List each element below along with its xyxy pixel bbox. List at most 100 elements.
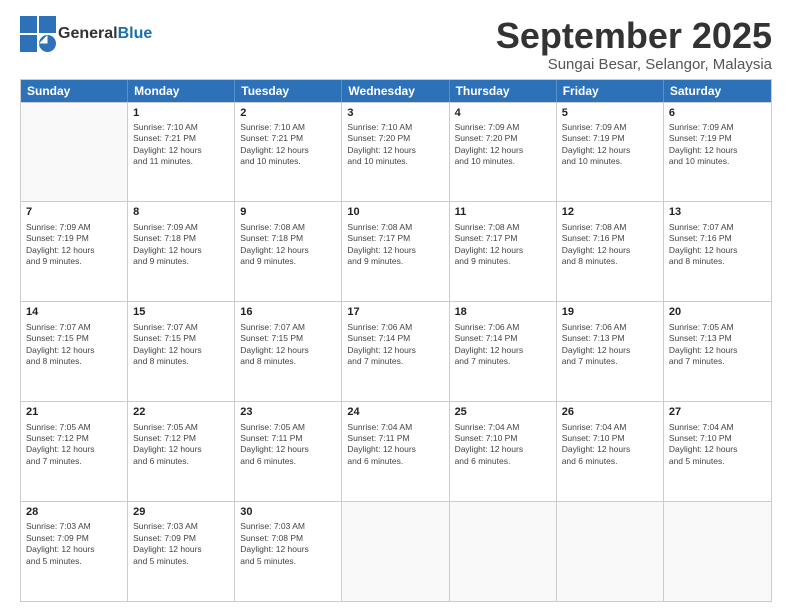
cell-info: Sunrise: 7:03 AM Sunset: 7:08 PM Dayligh… <box>240 521 336 567</box>
calendar-row: 21 Sunrise: 7:05 AM Sunset: 7:12 PM Dayli… <box>21 401 771 501</box>
calendar-cell: 15 Sunrise: 7:07 AM Sunset: 7:15 PM Dayli… <box>128 302 235 401</box>
calendar-cell: 3Sunrise: 7:10 AM Sunset: 7:20 PM Daylig… <box>342 103 449 202</box>
calendar-cell: 11 Sunrise: 7:08 AM Sunset: 7:17 PM Dayli… <box>450 202 557 301</box>
calendar-cell: 7 Sunrise: 7:09 AM Sunset: 7:19 PM Daylig… <box>21 202 128 301</box>
calendar-cell: 4 Sunrise: 7:09 AM Sunset: 7:20 PM Daylig… <box>450 103 557 202</box>
calendar-cell <box>342 502 449 601</box>
cell-info: Sunrise: 7:05 AM Sunset: 7:13 PM Dayligh… <box>669 322 766 368</box>
calendar: Sunday Monday Tuesday Wednesday Thursday… <box>20 79 772 602</box>
subtitle: Sungai Besar, Selangor, Malaysia <box>496 56 772 73</box>
cell-info: Sunrise: 7:07 AM Sunset: 7:16 PM Dayligh… <box>669 222 766 268</box>
calendar-cell: 22 Sunrise: 7:05 AM Sunset: 7:12 PM Dayli… <box>128 402 235 501</box>
calendar-cell: 2Sunrise: 7:10 AM Sunset: 7:21 PM Daylig… <box>235 103 342 202</box>
calendar-row: 1Sunrise: 7:10 AM Sunset: 7:21 PM Daylig… <box>21 102 771 202</box>
day-number: 6 <box>669 106 766 120</box>
logo-blue: Blue <box>118 25 153 42</box>
header: GeneralBlue September 2025 Sungai Besar,… <box>20 16 772 73</box>
calendar-cell: 23Sunrise: 7:05 AM Sunset: 7:11 PM Dayli… <box>235 402 342 501</box>
day-number: 25 <box>455 405 551 419</box>
calendar-cell: 9 Sunrise: 7:08 AM Sunset: 7:18 PM Daylig… <box>235 202 342 301</box>
day-number: 19 <box>562 305 658 319</box>
day-number: 1 <box>133 106 229 120</box>
title-section: September 2025 Sungai Besar, Selangor, M… <box>496 16 772 73</box>
calendar-cell: 14Sunrise: 7:07 AM Sunset: 7:15 PM Dayli… <box>21 302 128 401</box>
cell-info: Sunrise: 7:04 AM Sunset: 7:10 PM Dayligh… <box>455 422 551 468</box>
header-wednesday: Wednesday <box>342 80 449 102</box>
calendar-cell: 1Sunrise: 7:10 AM Sunset: 7:21 PM Daylig… <box>128 103 235 202</box>
day-number: 30 <box>240 505 336 519</box>
calendar-cell <box>450 502 557 601</box>
cell-info: Sunrise: 7:05 AM Sunset: 7:12 PM Dayligh… <box>133 422 229 468</box>
day-number: 29 <box>133 505 229 519</box>
calendar-cell: 30 Sunrise: 7:03 AM Sunset: 7:08 PM Dayli… <box>235 502 342 601</box>
calendar-cell: 12 Sunrise: 7:08 AM Sunset: 7:16 PM Dayli… <box>557 202 664 301</box>
calendar-row: 14Sunrise: 7:07 AM Sunset: 7:15 PM Dayli… <box>21 301 771 401</box>
cell-info: Sunrise: 7:09 AM Sunset: 7:20 PM Dayligh… <box>455 122 551 168</box>
day-number: 28 <box>26 505 122 519</box>
cell-info: Sunrise: 7:05 AM Sunset: 7:12 PM Dayligh… <box>26 422 122 468</box>
logo-icon <box>20 16 56 52</box>
cell-info: Sunrise: 7:06 AM Sunset: 7:13 PM Dayligh… <box>562 322 658 368</box>
calendar-cell: 6 Sunrise: 7:09 AM Sunset: 7:19 PM Daylig… <box>664 103 771 202</box>
day-number: 9 <box>240 205 336 219</box>
cell-info: Sunrise: 7:06 AM Sunset: 7:14 PM Dayligh… <box>455 322 551 368</box>
page: GeneralBlue September 2025 Sungai Besar,… <box>0 0 792 612</box>
calendar-row: 7 Sunrise: 7:09 AM Sunset: 7:19 PM Daylig… <box>21 201 771 301</box>
calendar-header: Sunday Monday Tuesday Wednesday Thursday… <box>21 80 771 102</box>
logo: GeneralBlue <box>20 16 152 52</box>
calendar-cell: 13 Sunrise: 7:07 AM Sunset: 7:16 PM Dayli… <box>664 202 771 301</box>
cell-info: Sunrise: 7:08 AM Sunset: 7:17 PM Dayligh… <box>455 222 551 268</box>
day-number: 12 <box>562 205 658 219</box>
calendar-body: 1Sunrise: 7:10 AM Sunset: 7:21 PM Daylig… <box>21 102 771 601</box>
day-number: 8 <box>133 205 229 219</box>
calendar-cell: 26Sunrise: 7:04 AM Sunset: 7:10 PM Dayli… <box>557 402 664 501</box>
cell-info: Sunrise: 7:04 AM Sunset: 7:11 PM Dayligh… <box>347 422 443 468</box>
header-tuesday: Tuesday <box>235 80 342 102</box>
calendar-cell: 5Sunrise: 7:09 AM Sunset: 7:19 PM Daylig… <box>557 103 664 202</box>
header-friday: Friday <box>557 80 664 102</box>
cell-info: Sunrise: 7:09 AM Sunset: 7:19 PM Dayligh… <box>26 222 122 268</box>
day-number: 7 <box>26 205 122 219</box>
header-sunday: Sunday <box>21 80 128 102</box>
calendar-cell: 18 Sunrise: 7:06 AM Sunset: 7:14 PM Dayli… <box>450 302 557 401</box>
header-monday: Monday <box>128 80 235 102</box>
calendar-cell: 25 Sunrise: 7:04 AM Sunset: 7:10 PM Dayli… <box>450 402 557 501</box>
calendar-cell <box>21 103 128 202</box>
cell-info: Sunrise: 7:03 AM Sunset: 7:09 PM Dayligh… <box>26 521 122 567</box>
calendar-cell: 28 Sunrise: 7:03 AM Sunset: 7:09 PM Dayli… <box>21 502 128 601</box>
day-number: 22 <box>133 405 229 419</box>
calendar-cell: 8 Sunrise: 7:09 AM Sunset: 7:18 PM Daylig… <box>128 202 235 301</box>
calendar-cell: 17 Sunrise: 7:06 AM Sunset: 7:14 PM Dayli… <box>342 302 449 401</box>
cell-info: Sunrise: 7:04 AM Sunset: 7:10 PM Dayligh… <box>669 422 766 468</box>
day-number: 11 <box>455 205 551 219</box>
cell-info: Sunrise: 7:08 AM Sunset: 7:18 PM Dayligh… <box>240 222 336 268</box>
cell-info: Sunrise: 7:10 AM Sunset: 7:20 PM Dayligh… <box>347 122 443 168</box>
day-number: 4 <box>455 106 551 120</box>
month-title: September 2025 <box>496 16 772 56</box>
header-saturday: Saturday <box>664 80 771 102</box>
cell-info: Sunrise: 7:09 AM Sunset: 7:19 PM Dayligh… <box>669 122 766 168</box>
day-number: 21 <box>26 405 122 419</box>
cell-info: Sunrise: 7:07 AM Sunset: 7:15 PM Dayligh… <box>133 322 229 368</box>
day-number: 17 <box>347 305 443 319</box>
calendar-cell: 10Sunrise: 7:08 AM Sunset: 7:17 PM Dayli… <box>342 202 449 301</box>
day-number: 27 <box>669 405 766 419</box>
day-number: 24 <box>347 405 443 419</box>
day-number: 26 <box>562 405 658 419</box>
cell-info: Sunrise: 7:07 AM Sunset: 7:15 PM Dayligh… <box>26 322 122 368</box>
header-thursday: Thursday <box>450 80 557 102</box>
calendar-cell: 27 Sunrise: 7:04 AM Sunset: 7:10 PM Dayli… <box>664 402 771 501</box>
day-number: 2 <box>240 106 336 120</box>
cell-info: Sunrise: 7:08 AM Sunset: 7:16 PM Dayligh… <box>562 222 658 268</box>
calendar-row: 28 Sunrise: 7:03 AM Sunset: 7:09 PM Dayli… <box>21 501 771 601</box>
calendar-cell: 24 Sunrise: 7:04 AM Sunset: 7:11 PM Dayli… <box>342 402 449 501</box>
calendar-cell: 16Sunrise: 7:07 AM Sunset: 7:15 PM Dayli… <box>235 302 342 401</box>
cell-info: Sunrise: 7:09 AM Sunset: 7:18 PM Dayligh… <box>133 222 229 268</box>
cell-info: Sunrise: 7:07 AM Sunset: 7:15 PM Dayligh… <box>240 322 336 368</box>
day-number: 15 <box>133 305 229 319</box>
day-number: 18 <box>455 305 551 319</box>
cell-info: Sunrise: 7:06 AM Sunset: 7:14 PM Dayligh… <box>347 322 443 368</box>
day-number: 13 <box>669 205 766 219</box>
calendar-cell: 20Sunrise: 7:05 AM Sunset: 7:13 PM Dayli… <box>664 302 771 401</box>
calendar-cell: 19 Sunrise: 7:06 AM Sunset: 7:13 PM Dayli… <box>557 302 664 401</box>
